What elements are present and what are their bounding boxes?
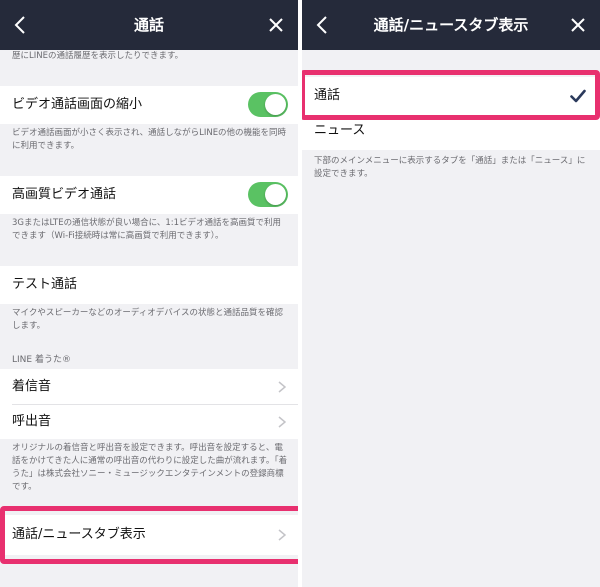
toggle-knob [265, 94, 286, 115]
toggle-knob [265, 184, 286, 205]
video-shrink-row: ビデオ通話画面の縮小 [0, 86, 298, 124]
back-button[interactable] [302, 0, 342, 50]
hd-video-note: 3GまたはLTEの通信状態が良い場合に、1:1ビデオ通話を高画質で利用できます（… [12, 218, 282, 241]
back-button[interactable] [0, 0, 40, 50]
chaku-uta-header: LINE 着うた® [12, 355, 71, 365]
test-call-label: テスト通話 [12, 277, 78, 292]
test-call-row[interactable]: テスト通話 [0, 266, 298, 304]
close-icon [571, 18, 585, 32]
video-shrink-toggle[interactable] [248, 92, 288, 117]
hd-video-row: 高画質ビデオ通話 [0, 176, 298, 214]
close-button[interactable] [556, 0, 600, 50]
hd-video-label: 高画質ビデオ通話 [12, 187, 117, 202]
tab-display-note: 下部のメインメニューに表示するタブを「通話」または「ニュース」に設定できます。 [314, 156, 586, 179]
chevron-left-icon [316, 16, 327, 34]
close-icon [269, 18, 283, 32]
option-news-label: ニュース [314, 123, 366, 138]
call-history-note: 歴にLINEの通話履歴を表示したりできます。 [12, 51, 184, 61]
highlight-frame [0, 506, 298, 564]
video-shrink-note: ビデオ通話画面が小さく表示され、通話しながらLINEの他の機能を同時に利用できま… [12, 128, 287, 151]
page-title: 通話/ニュースタブ表示 [373, 16, 529, 34]
page-title: 通話 [133, 16, 164, 34]
tab-display-screen: 通話/ニュースタブ表示 通話 ニュース 下部のメインメニューに表示するタブを「通… [302, 0, 600, 587]
option-news-row[interactable]: ニュース [302, 116, 600, 150]
hd-video-toggle[interactable] [248, 182, 288, 207]
screenshot-root: 通話 歴にLINEの通話履歴を表示したりできます。 ビデオ通話画面の縮小 ビデオ… [0, 0, 600, 587]
navigation-bar: 通話 [0, 0, 298, 50]
test-call-note: マイクやスピーカーなどのオーディオデバイスの状態と通話品質を確認します。 [12, 308, 283, 331]
chaku-uta-note: オリジナルの着信音と呼出音を設定できます。呼出音を設定すると、電話をかけてきた人… [12, 443, 288, 492]
ringtone-row[interactable]: 着信音 [0, 369, 298, 405]
highlight-frame [302, 70, 600, 120]
close-button[interactable] [254, 0, 298, 50]
chevron-right-icon [278, 416, 286, 428]
ringback-row[interactable]: 呼出音 [0, 405, 298, 439]
call-settings-screen: 通話 歴にLINEの通話履歴を表示したりできます。 ビデオ通話画面の縮小 ビデオ… [0, 0, 298, 587]
video-shrink-label: ビデオ通話画面の縮小 [12, 97, 143, 112]
ringtone-label: 着信音 [12, 379, 52, 394]
navigation-bar: 通話/ニュースタブ表示 [302, 0, 600, 50]
ringback-label: 呼出音 [12, 414, 52, 429]
chevron-left-icon [14, 16, 25, 34]
chevron-right-icon [278, 381, 286, 393]
